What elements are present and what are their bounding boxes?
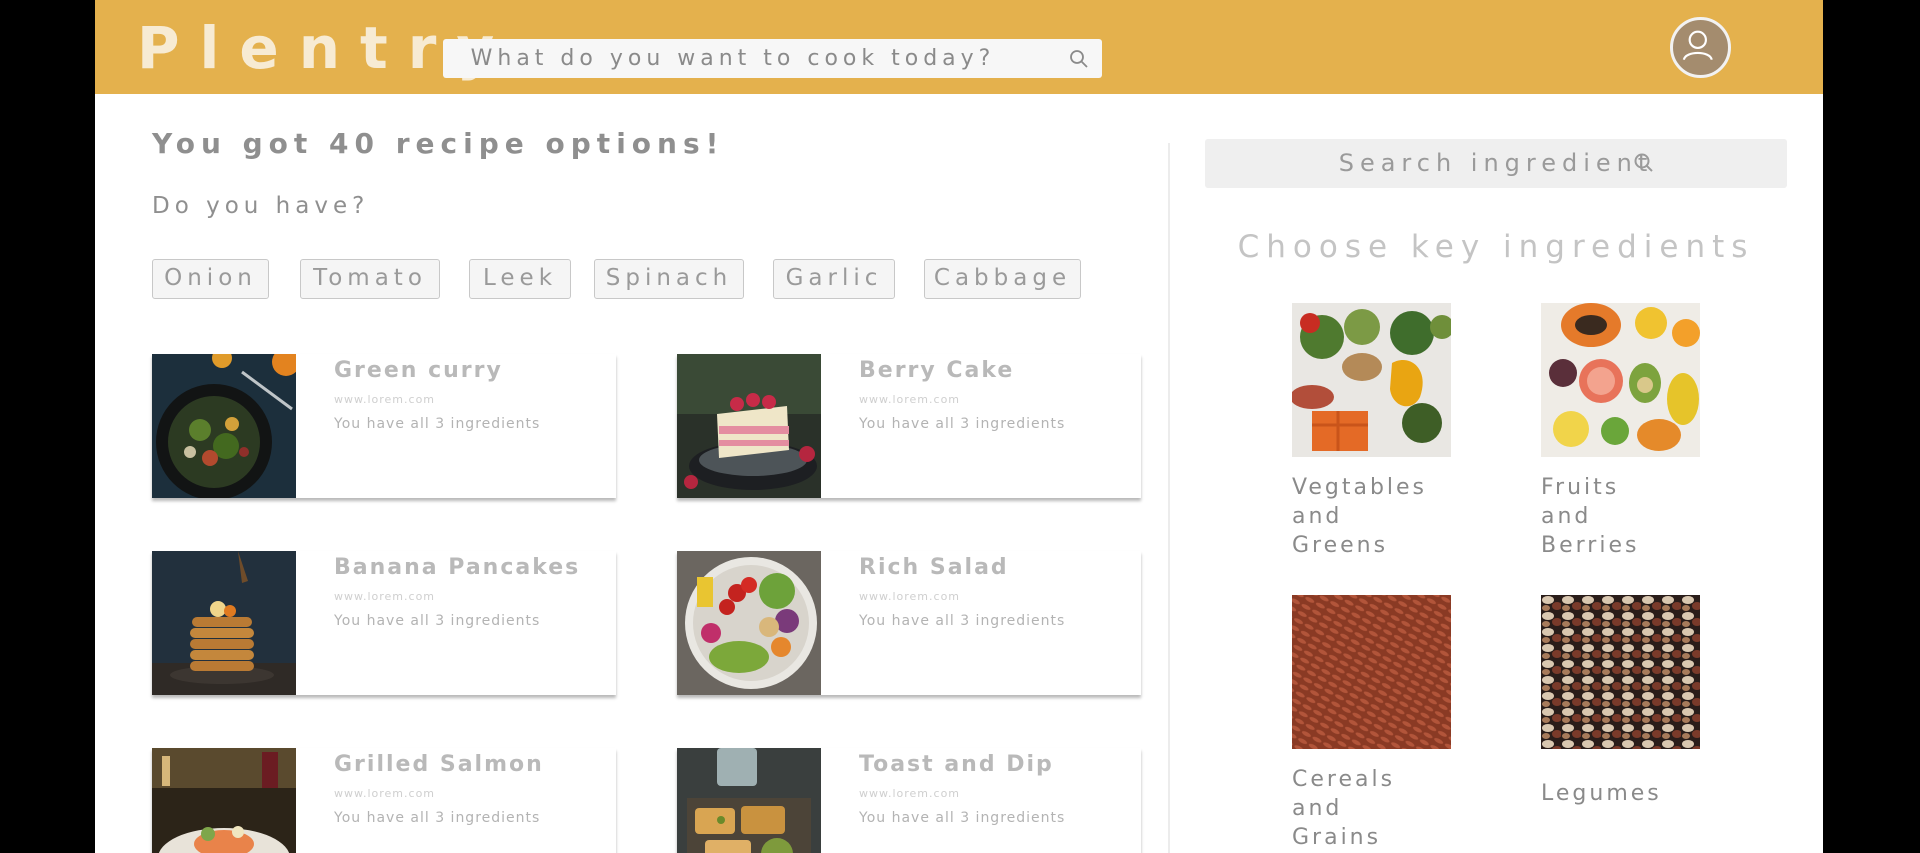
recipe-title[interactable]: Rich Salad — [859, 555, 1009, 580]
category-vegetables[interactable]: Vegtables and Greens — [1292, 473, 1432, 560]
recipe-title[interactable]: Grilled Salmon — [334, 752, 544, 777]
recipe-card[interactable]: Rich Salad www.lorem.com You have all 3 … — [677, 551, 1141, 695]
recipe-ingredient-note: You have all 3 ingredients — [334, 810, 541, 826]
recipe-photo[interactable] — [152, 748, 296, 853]
category-cereals[interactable]: Cereals and Grains — [1292, 765, 1432, 852]
category-label-line: Berries — [1541, 533, 1640, 558]
recipe-title[interactable]: Green curry — [334, 358, 503, 383]
recipe-url[interactable]: www.lorem.com — [334, 787, 435, 800]
category-label-line: and — [1292, 504, 1343, 529]
recipe-ingredient-note: You have all 3 ingredients — [334, 416, 541, 432]
recipe-photo[interactable] — [677, 354, 821, 498]
recipe-photo[interactable] — [152, 354, 296, 498]
category-vegetables-image[interactable] — [1292, 303, 1451, 457]
category-label-line: Legumes — [1541, 781, 1662, 806]
recipe-card[interactable]: Berry Cake www.lorem.com You have all 3 … — [677, 354, 1141, 498]
chip-tomato[interactable]: Tomato — [300, 259, 440, 299]
category-cereals-image[interactable] — [1292, 595, 1451, 749]
user-avatar[interactable] — [1670, 17, 1731, 78]
category-fruits[interactable]: Fruits and Berries — [1541, 473, 1681, 560]
category-label-line: and — [1541, 504, 1592, 529]
category-label-line: and — [1292, 796, 1343, 821]
search-icon[interactable] — [1632, 151, 1656, 175]
chip-spinach[interactable]: Spinach — [594, 259, 744, 299]
category-legumes[interactable]: Legumes — [1541, 779, 1681, 808]
recipe-photo[interactable] — [677, 551, 821, 695]
recipe-title[interactable]: Banana Pancakes — [334, 555, 580, 580]
recipe-card[interactable]: Banana Pancakes www.lorem.com You have a… — [152, 551, 616, 695]
have-question: Do you have? — [152, 193, 370, 219]
recipe-search-placeholder: What do you want to cook today? — [470, 46, 996, 71]
category-label-line: Grains — [1292, 825, 1382, 850]
panel-divider — [1168, 143, 1170, 853]
user-icon — [1682, 30, 1713, 61]
recipe-url[interactable]: www.lorem.com — [859, 787, 960, 800]
recipe-url[interactable]: www.lorem.com — [859, 590, 960, 603]
recipe-url[interactable]: www.lorem.com — [334, 590, 435, 603]
recipe-title[interactable]: Berry Cake — [859, 358, 1014, 383]
recipe-card[interactable]: Grilled Salmon www.lorem.com You have al… — [152, 748, 616, 853]
app-window: Plentry What do you want to cook today? … — [95, 0, 1823, 853]
recipe-ingredient-note: You have all 3 ingredients — [859, 613, 1066, 629]
results-headline: You got 40 recipe options! — [152, 127, 725, 160]
search-icon[interactable] — [1068, 48, 1090, 70]
ingredient-search-input[interactable]: Search ingredient — [1205, 139, 1787, 188]
recipe-photo[interactable] — [677, 748, 821, 853]
category-label-line: Cereals — [1292, 767, 1396, 792]
category-fruits-image[interactable] — [1541, 303, 1700, 457]
recipe-title[interactable]: Toast and Dip — [859, 752, 1054, 777]
recipe-ingredient-note: You have all 3 ingredients — [334, 613, 541, 629]
ingredient-search-placeholder: Search ingredient — [1338, 149, 1654, 177]
category-label-line: Fruits — [1541, 475, 1620, 500]
chip-cabbage[interactable]: Cabbage — [924, 259, 1081, 299]
top-bar: Plentry What do you want to cook today? — [95, 0, 1823, 94]
recipe-ingredient-note: You have all 3 ingredients — [859, 416, 1066, 432]
recipe-url[interactable]: www.lorem.com — [859, 393, 960, 406]
category-label-line: Greens — [1292, 533, 1389, 558]
recipe-ingredient-note: You have all 3 ingredients — [859, 810, 1066, 826]
recipe-url[interactable]: www.lorem.com — [334, 393, 435, 406]
choose-ingredients-heading: Choose key ingredients — [1237, 229, 1755, 265]
recipe-card[interactable]: Toast and Dip www.lorem.com You have all… — [677, 748, 1141, 853]
category-label-line: Vegtables — [1292, 475, 1428, 500]
recipe-search-input[interactable]: What do you want to cook today? — [443, 39, 1102, 78]
recipe-photo[interactable] — [152, 551, 296, 695]
chip-garlic[interactable]: Garlic — [773, 259, 895, 299]
recipe-card[interactable]: Green curry www.lorem.com You have all 3… — [152, 354, 616, 498]
chip-leek[interactable]: Leek — [469, 259, 571, 299]
category-legumes-image[interactable] — [1541, 595, 1700, 749]
chip-onion[interactable]: Onion — [152, 259, 269, 299]
